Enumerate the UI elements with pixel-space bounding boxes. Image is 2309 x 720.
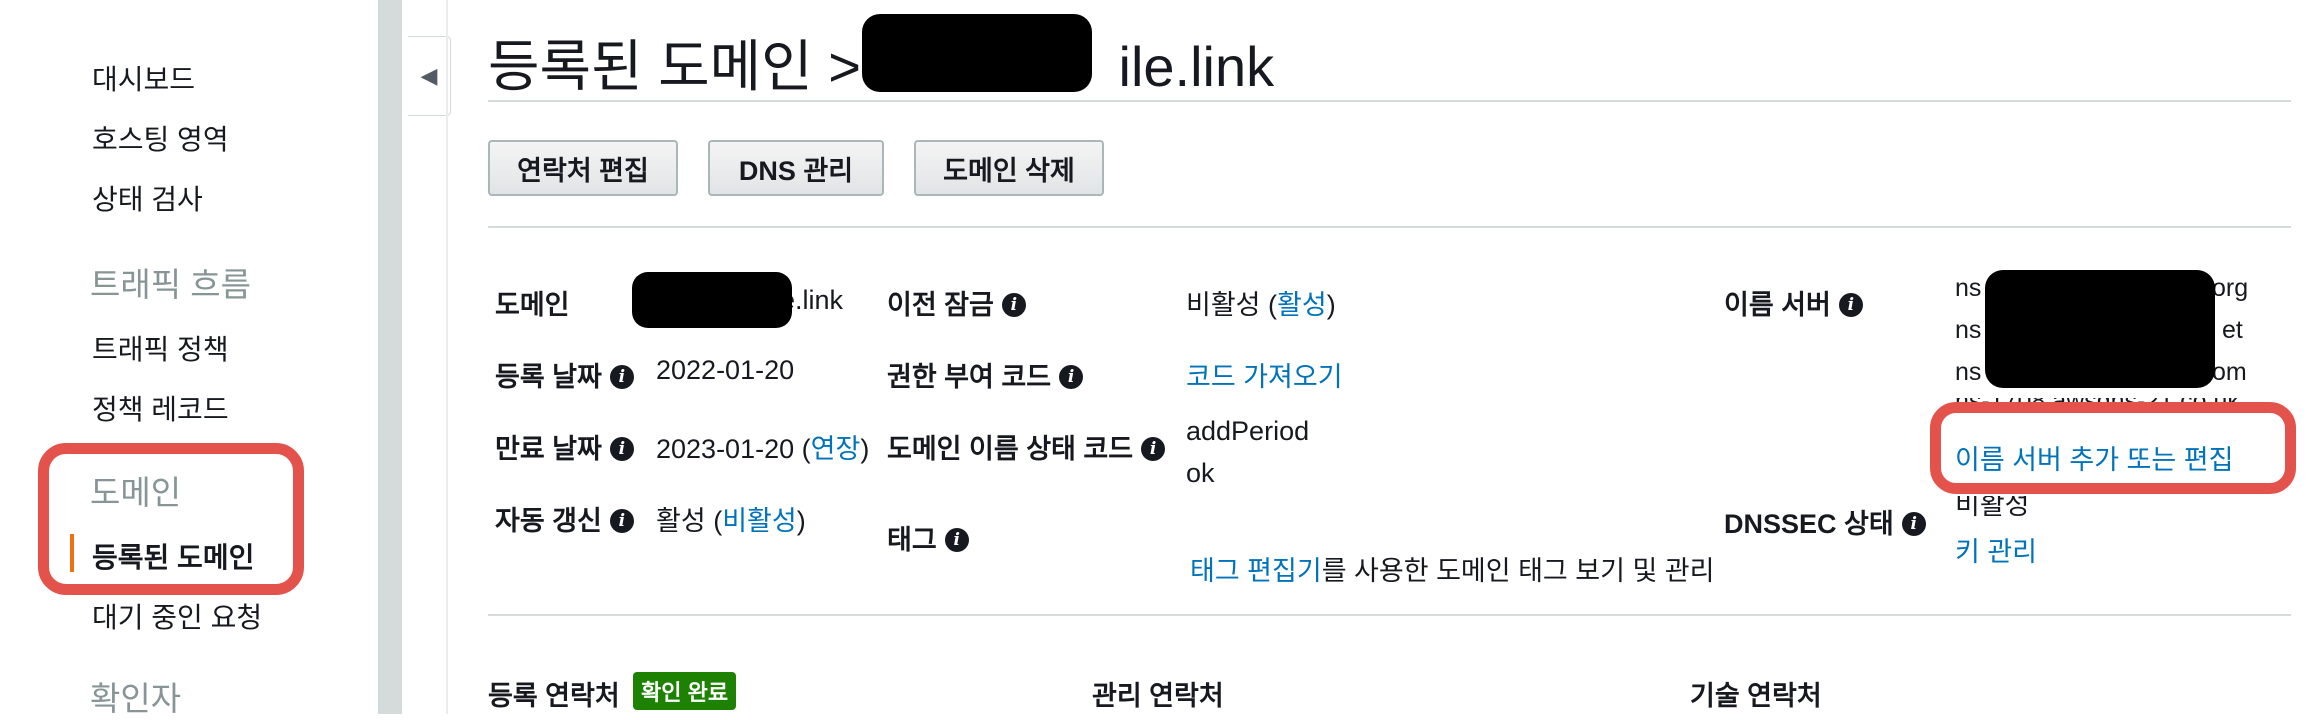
redaction-box bbox=[632, 272, 792, 328]
manage-keys-link[interactable]: 키 관리 bbox=[1955, 530, 2037, 569]
sidebar-item-policy-records[interactable]: 정책 레코드 bbox=[92, 388, 229, 428]
info-icon[interactable]: i bbox=[1838, 292, 1863, 317]
auto-renew-label: 자동 갱신 i bbox=[495, 499, 634, 538]
info-icon[interactable]: i bbox=[609, 436, 634, 461]
info-icon[interactable]: i bbox=[609, 364, 634, 389]
expiration-date-value: 2023-01-20 (연장) bbox=[656, 434, 870, 464]
chevron-left-icon: ◀ bbox=[420, 63, 438, 88]
get-code-link[interactable]: 코드 가져오기 bbox=[1186, 355, 1343, 394]
tags-description: 태그 편집기를 사용한 도메인 태그 보기 및 관리 bbox=[1190, 556, 1715, 586]
registration-date-label: 등록 날짜 i bbox=[495, 355, 634, 394]
tag-editor-link[interactable]: 태그 편집기 bbox=[1190, 556, 1322, 586]
expiration-date-label: 만료 날짜 i bbox=[495, 427, 634, 466]
info-icon[interactable]: i bbox=[609, 508, 634, 533]
tech-contact-label: 기술 연락처 bbox=[1690, 681, 1822, 711]
domain-name-title: ile.link bbox=[1118, 35, 1275, 98]
manage-dns-button[interactable]: DNS 관리 bbox=[708, 140, 884, 196]
sidebar-section-resolver: 확인자 bbox=[90, 680, 182, 717]
sidebar-item-pending-requests[interactable]: 대기 중인 요청 bbox=[92, 596, 262, 636]
highlight-annotation-nameservers bbox=[1930, 402, 2296, 494]
verified-badge: 확인 완료 bbox=[633, 672, 737, 710]
dnssec-status-label: DNSSEC 상태 i bbox=[1724, 502, 1926, 541]
toolbar-divider bbox=[488, 226, 2291, 228]
redaction-box bbox=[862, 14, 1092, 92]
highlight-annotation-domains bbox=[38, 443, 304, 595]
info-icon[interactable]: i bbox=[1141, 436, 1166, 461]
nameservers-label: 이름 서버 i bbox=[1724, 283, 1863, 322]
collapse-sidebar-button[interactable]: ◀ bbox=[408, 36, 451, 116]
sidebar-section-traffic-flow: 트래픽 흐름 bbox=[90, 266, 251, 303]
info-icon[interactable]: i bbox=[1901, 511, 1926, 536]
nameserver-1-suffix: org bbox=[2212, 274, 2249, 302]
dnssec-status-value: 비활성 bbox=[1955, 496, 2030, 518]
enable-transfer-lock-link[interactable]: 활성 bbox=[1277, 290, 1327, 320]
delete-domain-button[interactable]: 도메인 삭제 bbox=[914, 140, 1104, 196]
sidebar: 대시보드 호스팅 영역 상태 검사 트래픽 흐름 트래픽 정책 정책 레코드 도… bbox=[0, 0, 378, 717]
sidebar-divider bbox=[378, 0, 402, 714]
nameserver-3-suffix: om bbox=[2212, 358, 2247, 386]
disable-auto-renew-link[interactable]: 비활성 bbox=[722, 506, 797, 536]
info-icon[interactable]: i bbox=[944, 527, 969, 552]
nameserver-1-prefix: ns bbox=[1955, 274, 1982, 302]
info-icon[interactable]: i bbox=[1059, 364, 1084, 389]
domain-status-code-label: 도메인 이름 상태 코드 i bbox=[887, 427, 1166, 466]
info-icon[interactable]: i bbox=[1001, 292, 1026, 317]
auth-code-label: 권한 부여 코드 i bbox=[887, 355, 1084, 394]
edit-contacts-button[interactable]: 연락처 편집 bbox=[488, 140, 678, 196]
sidebar-item-traffic-policies[interactable]: 트래픽 정책 bbox=[92, 328, 229, 368]
sidebar-item-dashboard[interactable]: 대시보드 bbox=[92, 58, 195, 98]
nameserver-3-prefix: ns bbox=[1955, 358, 1982, 386]
extend-link[interactable]: 연장 bbox=[811, 434, 861, 464]
transfer-lock-value: 비활성 (활성) bbox=[1186, 290, 1336, 320]
transfer-lock-label: 이전 잠금 i bbox=[887, 283, 1026, 322]
breadcrumb[interactable]: 등록된 도메인 > bbox=[488, 35, 861, 98]
admin-contact-label: 관리 연락처 bbox=[1092, 681, 1224, 711]
title-divider bbox=[488, 100, 2291, 102]
tags-label: 태그 i bbox=[887, 518, 969, 557]
redaction-box bbox=[1985, 270, 2215, 388]
content-divider bbox=[446, 0, 448, 714]
nameserver-2-prefix: ns bbox=[1955, 316, 1982, 344]
auto-renew-value: 활성 (비활성) bbox=[656, 506, 806, 536]
nameserver-2-suffix: et bbox=[2222, 316, 2243, 344]
sidebar-item-health-checks[interactable]: 상태 검사 bbox=[92, 178, 203, 218]
details-divider bbox=[488, 614, 2291, 616]
registration-date-value: 2022-01-20 bbox=[656, 355, 795, 385]
status-code-addperiod: addPeriod bbox=[1186, 416, 1310, 446]
status-code-ok: ok bbox=[1186, 458, 1215, 488]
domain-label: 도메인 bbox=[495, 290, 570, 320]
sidebar-item-hosted-zones[interactable]: 호스팅 영역 bbox=[92, 118, 229, 158]
registrant-contact-label: 등록 연락처 bbox=[488, 681, 620, 711]
